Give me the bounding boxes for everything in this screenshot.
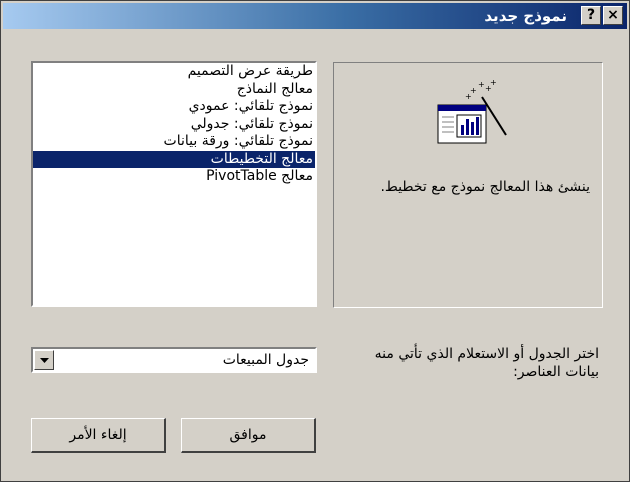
svg-text:+: + bbox=[478, 80, 485, 89]
source-table-select[interactable]: جدول المبيعات bbox=[31, 347, 317, 373]
preview-description: ينشئ هذا المعالج نموذج مع تخطيط. bbox=[380, 179, 590, 195]
list-item-pivottable-wizard[interactable]: معالج PivotTable bbox=[33, 168, 315, 186]
list-item-design-view[interactable]: طريقة عرض التصميم bbox=[33, 63, 315, 81]
list-item-autoform-columnar[interactable]: نموذج تلقائي: عمودي bbox=[33, 98, 315, 116]
dropdown-arrow-button[interactable] bbox=[34, 350, 54, 370]
svg-text:+: + bbox=[490, 79, 497, 87]
new-form-dialog: نموذج جديد ? × طريقة عرض التصميم معالج ا… bbox=[0, 0, 630, 482]
list-item-autoform-datasheet[interactable]: نموذج تلقائي: ورقة بيانات bbox=[33, 133, 315, 151]
dialog-title: نموذج جديد bbox=[484, 7, 567, 25]
ok-button[interactable]: موافق bbox=[181, 418, 316, 453]
list-item-chart-wizard[interactable]: معالج التخطيطات bbox=[33, 150, 315, 168]
list-item-form-wizard[interactable]: معالج النماذج bbox=[33, 81, 315, 99]
close-button[interactable]: × bbox=[603, 6, 623, 25]
preview-panel: + + + + + ينشئ هذا المعالج نموذج مع تخطي… bbox=[333, 62, 603, 308]
form-type-list[interactable]: طريقة عرض التصميم معالج النماذج نموذج تل… bbox=[31, 61, 317, 307]
help-button[interactable]: ? bbox=[581, 6, 601, 25]
title-bar[interactable]: نموذج جديد ? × bbox=[3, 3, 627, 29]
svg-text:+: + bbox=[465, 92, 472, 101]
cancel-button[interactable]: إلغاء الأمر bbox=[31, 418, 166, 453]
source-prompt-label: اختر الجدول أو الاستعلام الذي تأتي منه ب… bbox=[374, 346, 599, 380]
source-table-value: جدول المبيعات bbox=[222, 352, 309, 368]
chart-wizard-icon: + + + + + bbox=[432, 78, 512, 149]
list-item-autoform-tabular[interactable]: نموذج تلقائي: جدولي bbox=[33, 116, 315, 134]
chevron-down-icon bbox=[40, 358, 49, 363]
